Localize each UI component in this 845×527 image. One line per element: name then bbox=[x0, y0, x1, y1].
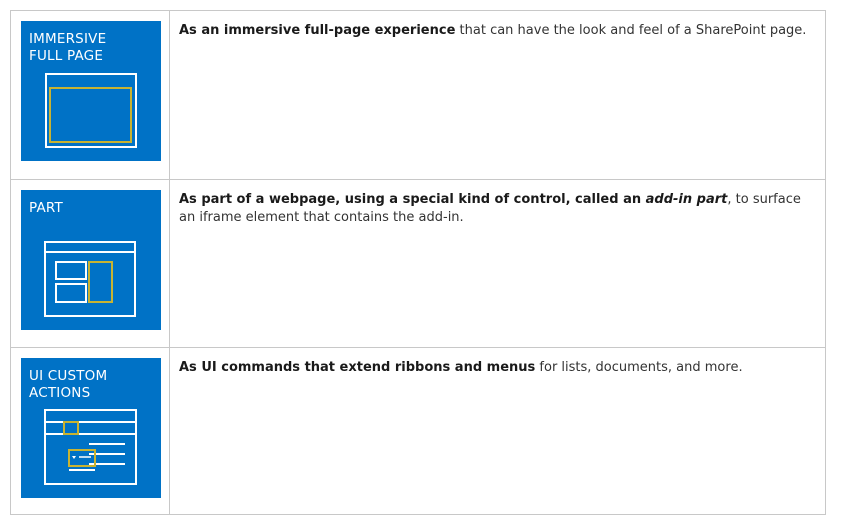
ui-custom-actions-tile: UI CUSTOM ACTIONS bbox=[21, 358, 161, 498]
ui-custom-actions-icon bbox=[44, 409, 137, 485]
table-row: PART As part of a webpage, using a speci… bbox=[11, 179, 825, 347]
description-cell: As UI commands that extend ribbons and m… bbox=[170, 348, 825, 514]
description-cell: As part of a webpage, using a special ki… bbox=[170, 180, 825, 347]
description-bold: As an immersive full-page experience bbox=[179, 23, 456, 38]
part-tile: PART bbox=[21, 190, 161, 330]
image-cell: IMMERSIVE FULL PAGE bbox=[11, 11, 170, 179]
description-cell: As an immersive full-page experience tha… bbox=[170, 11, 825, 179]
image-cell: UI CUSTOM ACTIONS bbox=[11, 348, 170, 514]
table-row: IMMERSIVE FULL PAGE As an immersive full… bbox=[11, 11, 825, 179]
table-row: UI CUSTOM ACTIONS As UI commands that ex… bbox=[11, 347, 825, 514]
add-in-part-icon bbox=[44, 241, 136, 317]
description-rest: for lists, documents, and more. bbox=[535, 360, 743, 375]
description-rest: that can have the look and feel of a Sha… bbox=[455, 23, 807, 38]
immersive-full-page-icon bbox=[45, 73, 137, 148]
description-bold: As part of a webpage, using a special ki… bbox=[179, 192, 646, 207]
add-in-options-table: IMMERSIVE FULL PAGE As an immersive full… bbox=[10, 10, 826, 515]
immersive-full-page-tile: IMMERSIVE FULL PAGE bbox=[21, 21, 161, 161]
image-cell: PART bbox=[11, 180, 170, 347]
description-bold: As UI commands that extend ribbons and m… bbox=[179, 360, 536, 375]
description-italic: add-in part bbox=[645, 192, 728, 207]
